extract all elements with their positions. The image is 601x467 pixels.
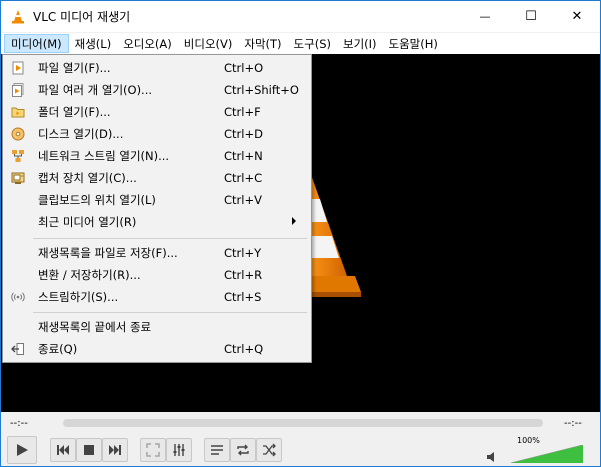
menu-item-shortcut: Ctrl+Y (224, 246, 262, 260)
menu-item-shortcut: Ctrl+C (224, 171, 263, 185)
media-menu-dropdown: 파일 열기(F)... Ctrl+O 파일 여러 개 열기(O)... Ctrl… (2, 54, 312, 363)
disc-icon (10, 126, 26, 142)
fullscreen-button[interactable] (140, 438, 166, 462)
shuffle-button[interactable] (256, 438, 282, 462)
menu-item-shortcut: Ctrl+Shift+O (224, 83, 299, 97)
seek-slider[interactable] (63, 419, 543, 427)
quit-icon (10, 341, 26, 357)
menu-item-quit[interactable]: 종료(Q) Ctrl+Q (3, 338, 311, 360)
vlc-window: VLC 미디어 재생기 — ☐ ✕ 미디어(M) 재생(L) 오디오(A) 비디… (0, 0, 601, 467)
menu-item-shortcut: Ctrl+N (224, 149, 263, 163)
stop-icon (84, 445, 94, 455)
mute-button[interactable] (486, 450, 500, 464)
playback-controls: 100% (1, 434, 600, 467)
close-button[interactable]: ✕ (554, 1, 600, 32)
menu-audio[interactable]: 오디오(A) (117, 34, 178, 53)
next-icon (109, 445, 121, 455)
playlist-icon (211, 445, 223, 455)
multiple-files-icon (10, 82, 26, 98)
menu-video[interactable]: 비디오(V) (178, 34, 239, 53)
menu-item-label: 파일 열기(F)... (38, 61, 111, 75)
previous-button[interactable] (50, 438, 76, 462)
menu-item-label: 변환 / 저장하기(R)... (38, 268, 141, 282)
menu-item-label: 재생목록을 파일로 저장(F)... (38, 246, 178, 260)
seek-bar-row: --:-- --:-- (1, 412, 600, 434)
shuffle-icon (263, 443, 276, 457)
menu-item-convert-save[interactable]: 변환 / 저장하기(R)... Ctrl+R (3, 264, 311, 286)
previous-icon (57, 445, 69, 455)
menu-item-open-file[interactable]: 파일 열기(F)... Ctrl+O (3, 57, 311, 79)
stream-icon (10, 289, 26, 305)
stop-button[interactable] (76, 438, 102, 462)
menu-item-save-playlist[interactable]: 재생목록을 파일로 저장(F)... Ctrl+Y (3, 242, 311, 264)
menu-item-open-clipboard-location[interactable]: 클립보드의 위치 열기(L) Ctrl+V (3, 189, 311, 211)
menu-item-open-folder[interactable]: 폴더 열기(F)... Ctrl+F (3, 101, 311, 123)
file-open-icon (10, 60, 26, 76)
menu-bar: 미디어(M) 재생(L) 오디오(A) 비디오(V) 자막(T) 도구(S) 보… (1, 33, 600, 54)
menu-separator (33, 238, 307, 239)
menu-tools[interactable]: 도구(S) (288, 34, 337, 53)
menu-media[interactable]: 미디어(M) (4, 34, 69, 53)
elapsed-time: --:-- (10, 418, 28, 429)
menu-item-shortcut: Ctrl+Q (224, 342, 264, 356)
volume-level-bar (510, 444, 584, 464)
capture-device-icon (10, 170, 26, 186)
menu-view[interactable]: 보기(I) (337, 34, 383, 53)
network-icon (10, 148, 26, 164)
equalizer-icon (173, 444, 185, 456)
menu-item-label: 파일 여러 개 열기(O)... (38, 83, 153, 97)
menu-playback[interactable]: 재생(L) (69, 34, 118, 53)
vlc-cone-icon (10, 9, 26, 25)
menu-item-open-multiple-files[interactable]: 파일 여러 개 열기(O)... Ctrl+Shift+O (3, 79, 311, 101)
menu-item-stream[interactable]: 스트림하기(S)... Ctrl+S (3, 286, 311, 308)
menu-item-label: 스트림하기(S)... (38, 290, 119, 304)
loop-icon (237, 444, 249, 456)
menu-separator (33, 312, 307, 313)
menu-help[interactable]: 도움말(H) (383, 34, 444, 53)
menu-item-label: 네트워크 스트림 열기(N)... (38, 149, 170, 163)
volume-percentage: 100% (517, 436, 540, 445)
title-bar: VLC 미디어 재생기 — ☐ ✕ (1, 1, 600, 32)
menu-item-label: 클립보드의 위치 열기(L) (38, 193, 156, 207)
menu-item-label: 재생목록의 끝에서 종료 (38, 320, 152, 334)
menu-item-open-capture-device[interactable]: 캡처 장치 열기(C)... Ctrl+C (3, 167, 311, 189)
playlist-button[interactable] (204, 438, 230, 462)
loop-button[interactable] (230, 438, 256, 462)
menu-item-recent-media[interactable]: 최근 미디어 열기(R) (3, 211, 311, 233)
menu-item-quit-at-end[interactable]: 재생목록의 끝에서 종료 (3, 316, 311, 338)
fullscreen-icon (146, 443, 160, 457)
minimize-icon: — (479, 10, 491, 23)
close-icon: ✕ (571, 9, 583, 24)
window-title: VLC 미디어 재생기 (33, 10, 131, 24)
speaker-icon (487, 452, 494, 462)
play-icon (17, 444, 28, 456)
play-button[interactable] (7, 436, 37, 464)
menu-item-shortcut: Ctrl+S (224, 290, 262, 304)
menu-subtitle[interactable]: 자막(T) (238, 34, 287, 53)
remaining-time[interactable]: --:-- (564, 418, 582, 429)
menu-item-label: 폴더 열기(F)... (38, 105, 111, 119)
submenu-arrow-icon (292, 217, 296, 225)
minimize-button[interactable]: — (462, 1, 508, 32)
menu-item-label: 디스크 열기(D)... (38, 127, 124, 141)
volume-slider[interactable] (510, 444, 584, 464)
maximize-icon: ☐ (525, 9, 537, 24)
folder-icon (10, 104, 26, 120)
menu-item-label: 최근 미디어 열기(R) (38, 215, 137, 229)
window-controls: — ☐ ✕ (462, 1, 600, 32)
menu-item-shortcut: Ctrl+O (224, 61, 264, 75)
menu-item-label: 캡처 장치 열기(C)... (38, 171, 137, 185)
extended-settings-button[interactable] (166, 438, 192, 462)
menu-item-shortcut: Ctrl+V (224, 193, 262, 207)
next-button[interactable] (102, 438, 128, 462)
menu-item-open-disc[interactable]: 디스크 열기(D)... Ctrl+D (3, 123, 311, 145)
menu-item-shortcut: Ctrl+R (224, 268, 263, 282)
menu-item-shortcut: Ctrl+F (224, 105, 261, 119)
menu-item-open-network-stream[interactable]: 네트워크 스트림 열기(N)... Ctrl+N (3, 145, 311, 167)
menu-item-shortcut: Ctrl+D (224, 127, 263, 141)
menu-item-label: 종료(Q) (38, 342, 78, 356)
maximize-button[interactable]: ☐ (508, 1, 554, 32)
